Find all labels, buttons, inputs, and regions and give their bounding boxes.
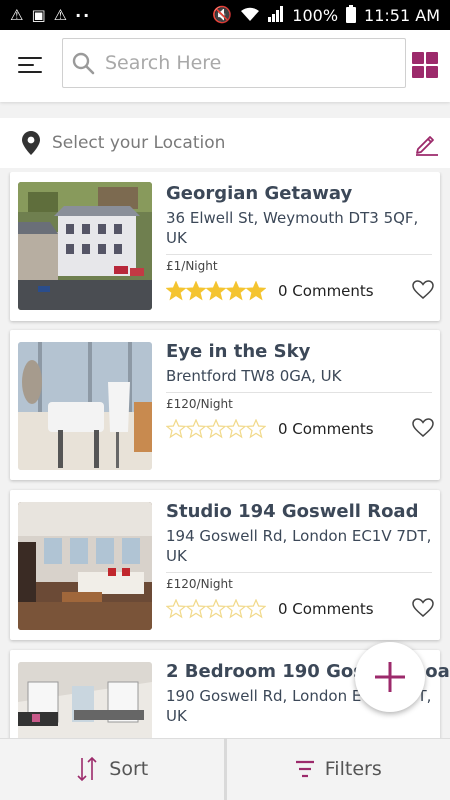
- filters-label: Filters: [324, 758, 382, 780]
- star-filled-icon: [186, 281, 206, 301]
- divider: [166, 254, 432, 255]
- search-icon: [72, 52, 95, 75]
- star-filled-icon: [206, 281, 226, 301]
- star-empty-icon: [186, 419, 206, 439]
- grid-view-icon: [412, 66, 424, 78]
- listing-photo: [18, 182, 152, 310]
- star-empty-icon: [226, 599, 246, 619]
- grid-view-icon: [412, 52, 424, 64]
- battery-percent: 100%: [292, 5, 339, 25]
- status-bar: ⚠ ▣ ⚠ ·· 🔇 100% 11:51 AM: [0, 0, 450, 30]
- listing-title[interactable]: Georgian Getaway: [166, 182, 432, 206]
- listing-price: £120/Night: [166, 577, 233, 591]
- listing-details: Georgian Getaway 36 Elwell St, Weymouth …: [166, 182, 434, 304]
- star-empty-icon: [246, 419, 266, 439]
- grid-view-icon: [426, 66, 438, 78]
- sort-button[interactable]: Sort: [0, 738, 224, 800]
- listing-details: Studio 194 Goswell Road 194 Goswell Rd, …: [166, 500, 434, 622]
- star-empty-icon: [246, 599, 266, 619]
- star-filled-icon: [226, 281, 246, 301]
- divider: [166, 572, 432, 573]
- star-empty-icon: [206, 599, 226, 619]
- listing-title[interactable]: Studio 194 Goswell Road: [166, 500, 432, 524]
- star-empty-icon: [226, 419, 246, 439]
- listing-photo: [18, 342, 152, 470]
- add-listing-button[interactable]: [355, 642, 425, 712]
- location-bar[interactable]: Select your Location: [0, 118, 450, 168]
- star-rating: [166, 599, 266, 619]
- hamburger-menu-button[interactable]: [18, 52, 44, 78]
- listing-card[interactable]: Eye in the Sky Brentford TW8 0GA, UK £12…: [10, 330, 440, 480]
- favorite-heart-icon[interactable]: [412, 418, 434, 442]
- star-empty-icon: [166, 599, 186, 619]
- listing-address: 194 Goswell Rd, London EC1V 7DT, UK: [166, 527, 432, 565]
- listing-price: £1/Night: [166, 259, 218, 273]
- signal-icon: [268, 5, 284, 25]
- location-pin-icon: [22, 131, 40, 155]
- sort-icon: [77, 756, 97, 782]
- app-bar: [0, 30, 450, 102]
- favorite-heart-icon[interactable]: [412, 598, 434, 622]
- menu-line: [18, 64, 34, 66]
- search-input[interactable]: [105, 52, 385, 74]
- listing-photo: [18, 502, 152, 630]
- menu-line: [18, 71, 42, 73]
- menu-line: [18, 57, 42, 59]
- sort-label: Sort: [109, 758, 149, 780]
- comments-count[interactable]: 0 Comments: [278, 600, 374, 618]
- wifi-icon: [240, 6, 260, 25]
- star-filled-icon: [246, 281, 266, 301]
- bottom-bar: Sort Filters: [0, 738, 450, 800]
- listing-meta: 0 Comments: [166, 417, 434, 442]
- grid-view-icon: [426, 52, 438, 64]
- listing-card[interactable]: Georgian Getaway 36 Elwell St, Weymouth …: [10, 172, 440, 321]
- plus-icon: [375, 662, 405, 692]
- listing-title[interactable]: Eye in the Sky: [166, 340, 432, 364]
- star-empty-icon: [166, 419, 186, 439]
- status-bar-left: ⚠ ▣ ⚠ ··: [10, 6, 91, 25]
- listing-photo: [18, 662, 152, 738]
- location-label[interactable]: Select your Location: [52, 133, 225, 153]
- favorite-heart-icon[interactable]: [412, 280, 434, 304]
- image-icon: ▣: [31, 5, 46, 24]
- pencil-icon: [416, 136, 438, 156]
- comments-count[interactable]: 0 Comments: [278, 282, 374, 300]
- star-empty-icon: [206, 419, 226, 439]
- warning-icon: ⚠: [10, 5, 24, 24]
- star-rating: [166, 281, 266, 301]
- listing-meta: 0 Comments: [166, 597, 434, 622]
- search-box: [62, 38, 406, 88]
- edit-location-button[interactable]: [414, 130, 440, 160]
- filter-icon: [295, 760, 314, 778]
- comments-count[interactable]: 0 Comments: [278, 420, 374, 438]
- star-empty-icon: [186, 599, 206, 619]
- listing-address: 36 Elwell St, Weymouth DT3 5QF, UK: [166, 209, 419, 247]
- grid-view-button[interactable]: [412, 52, 438, 78]
- clock: 11:51 AM: [364, 5, 440, 25]
- star-rating: [166, 419, 266, 439]
- divider: [166, 392, 432, 393]
- listing-details: Eye in the Sky Brentford TW8 0GA, UK £12…: [166, 340, 434, 442]
- mute-icon: 🔇: [212, 5, 233, 24]
- status-bar-right: 🔇 100% 11:51 AM: [212, 4, 440, 26]
- battery-icon: [346, 4, 357, 26]
- listing-card[interactable]: Studio 194 Goswell Road 194 Goswell Rd, …: [10, 490, 440, 640]
- listing-price: £120/Night: [166, 397, 233, 411]
- filters-button[interactable]: Filters: [226, 738, 450, 800]
- listing-meta: 0 Comments: [166, 279, 434, 304]
- listing-address: Brentford TW8 0GA, UK: [166, 367, 342, 385]
- more-dots-icon: ··: [75, 5, 92, 25]
- star-filled-icon: [166, 281, 186, 301]
- warning-icon: ⚠: [53, 5, 68, 24]
